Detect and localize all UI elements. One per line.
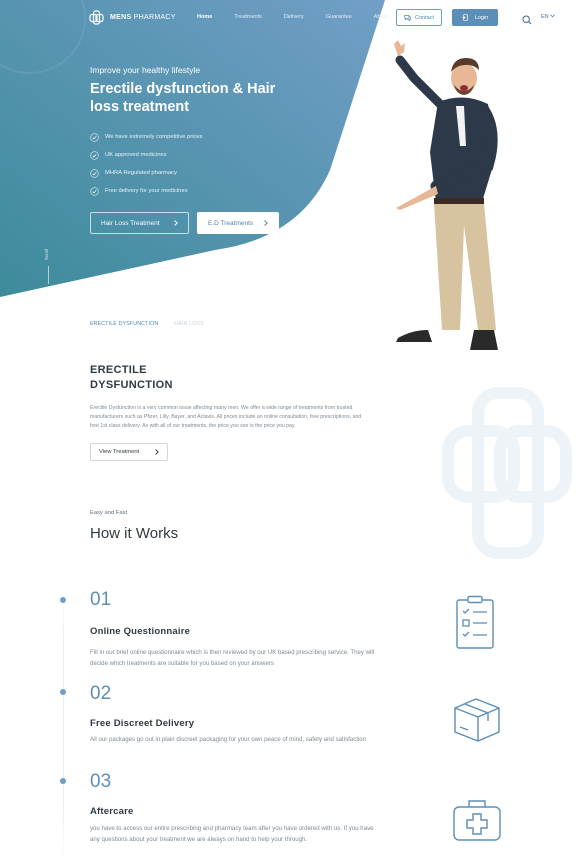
step-dot [60,778,66,784]
chevron-right-icon [264,220,268,226]
decorative-logo-watermark [442,387,572,559]
step-number: 03 [90,771,112,792]
treatment-title-line1: ERECTILE [90,364,147,376]
nav-link-treatments[interactable]: Treatments [234,14,262,20]
check-circle-icon [90,168,99,178]
search-button[interactable] [522,12,532,30]
hero-title: Erectile dysfunction & Hair loss treatme… [90,81,276,115]
ed-treatments-button[interactable]: E.D Treatments [197,212,279,234]
check-circle-icon [90,150,99,160]
nav-link-guarantee[interactable]: Guarantee [326,14,352,20]
tab-erectile-dysfunction[interactable]: ERECTILE DYSFUNCTION [90,321,158,327]
search-icon [522,15,532,25]
treatment-title: ERECTILE DYSFUNCTION [90,363,173,392]
feature-item: We have extremely competitive prices [90,128,203,146]
logo-text: MENS PHARMACY [110,14,176,21]
chevron-right-icon [155,449,159,455]
view-treatment-button[interactable]: View Treatment [90,443,168,461]
nav-link-home[interactable]: Home [197,14,212,20]
feature-text: We have extremely competitive prices [105,134,203,140]
step-title: Free Discreet Delivery [90,718,195,729]
top-navigation: MENS PHARMACY Home Treatments Delivery G… [0,0,585,36]
hero-feature-list: We have extremely competitive prices UK … [90,128,203,200]
treatment-tabs: ERECTILE DYSFUNCTION HAIR LOSS [90,321,204,327]
chevron-right-icon [174,220,178,226]
nav-link-delivery[interactable]: Delivery [284,14,304,20]
hero-eyebrow: Improve your healthy lifestyle [90,65,201,75]
feature-item: MHRA Regulated pharmacy [90,164,203,182]
feature-item: Free delivery for your medicines [90,182,203,200]
how-caption: Easy and Fast [90,510,128,516]
login-button[interactable]: Login [452,9,498,26]
feature-text: MHRA Regulated pharmacy [105,170,177,176]
step-description: All our packages go out in plain discree… [90,736,367,743]
ed-button-label: E.D Treatments [208,219,254,227]
contact-button[interactable]: Contact [396,9,442,26]
chevron-down-icon [550,14,556,18]
treatment-title-line2: DYSFUNCTION [90,378,173,391]
check-circle-icon [90,132,99,142]
scroll-line [48,266,49,284]
feature-item: UK approved medicines [90,146,203,164]
contact-label: Contact [415,14,434,21]
steps-timeline [63,590,64,860]
treatment-description: Erectile Dysfunction is a very common is… [90,405,362,429]
hair-loss-button-label: Hair Loss Treatment [101,219,160,227]
check-circle-icon [90,186,99,196]
chat-icon [404,15,411,21]
login-icon [462,14,468,21]
nav-links: Home Treatments Delivery Guarantee About [197,14,410,20]
first-aid-kit-icon [453,800,501,841]
tab-hair-loss[interactable]: HAIR LOSS [174,321,203,327]
step-title: Online Questionnaire [90,626,191,637]
step-dot [60,689,66,695]
nav-link-about[interactable]: About [374,14,388,20]
step-number: 01 [90,589,112,610]
hair-loss-treatment-button[interactable]: Hair Loss Treatment [90,212,189,234]
how-title: How it Works [90,525,179,542]
language-selector[interactable]: EN [541,14,556,20]
step-description: Fill in our brief online questionnaire w… [90,649,375,667]
hero-man-illustration [394,40,498,350]
package-box-icon [454,698,500,742]
logo[interactable]: MENS PHARMACY [89,10,176,25]
logo-icon [89,10,104,25]
feature-text: UK approved medicines [105,152,167,158]
scroll-label: Scroll [44,248,50,261]
step-dot [60,597,66,603]
clipboard-checklist-icon [456,595,494,649]
step-title: Aftercare [90,806,134,817]
login-label: Login [474,14,489,21]
step-description: you have to access our entire prescribin… [90,825,374,843]
step-number: 02 [90,683,112,704]
language-label: EN [541,14,549,20]
view-treatment-label: View Treatment [99,449,140,455]
feature-text: Free delivery for your medicines [105,188,188,194]
